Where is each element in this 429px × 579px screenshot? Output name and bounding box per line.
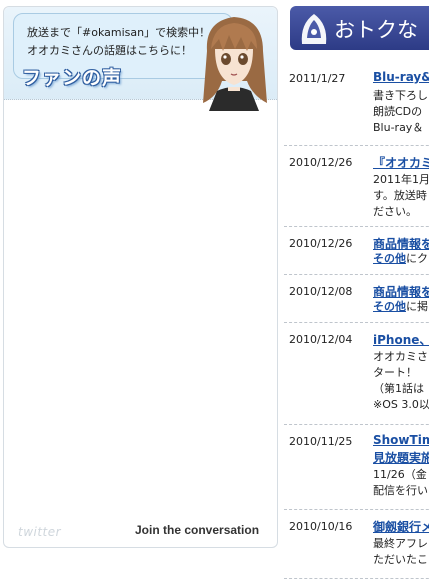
other-link[interactable]: その他 bbox=[373, 300, 406, 313]
bubble-text-line2: オオカミさんの話題はこちらに！ bbox=[27, 44, 192, 57]
join-conversation-link[interactable]: Join the conversation bbox=[135, 523, 259, 537]
news-date: 2010/11/25 bbox=[289, 435, 353, 448]
news-item: 2010/12/26 商品情報を その他にク bbox=[284, 227, 429, 275]
widget-title: ファンの声 bbox=[22, 67, 123, 89]
news-text-suffix: に掲 bbox=[406, 300, 428, 313]
other-link[interactable]: その他 bbox=[373, 252, 406, 265]
news-text: ださい。 bbox=[373, 205, 417, 218]
news-date: 2011/1/27 bbox=[289, 72, 346, 85]
news-item: 2010/12/04 iPhone、 オオカミさ タート！ （第1話は ※OS … bbox=[284, 323, 429, 425]
news-text: その他に掲 bbox=[373, 299, 428, 315]
news-title-link[interactable]: 見放題実施 bbox=[373, 449, 429, 466]
news-text: 2011年1月 bbox=[373, 173, 429, 186]
news-text: タート！ bbox=[373, 366, 417, 379]
news-text: す。放送時 bbox=[373, 189, 427, 202]
news-text: オオカミさ bbox=[373, 350, 428, 363]
news-title-link[interactable]: 商品情報を bbox=[373, 235, 429, 252]
news-date: 2010/12/08 bbox=[289, 285, 353, 298]
news-item: 2010/11/25 ShowTim 見放題実施 11/26（金 配信を行い bbox=[284, 425, 429, 510]
news-title-link[interactable]: iPhone、 bbox=[373, 331, 429, 348]
widget-header: 放送まで「#okamisan」で検索中！ オオカミさんの話題はこちらに！ ファン… bbox=[4, 7, 277, 111]
news-text: ただいたこ bbox=[373, 553, 428, 566]
news-date: 2010/12/26 bbox=[289, 156, 353, 169]
news-title-link[interactable]: Blu-ray& bbox=[373, 70, 429, 84]
news-item: 2011/1/27 Blu-ray& 書き下ろし 朗読CDの Blu-ray＆ bbox=[284, 62, 429, 146]
character-avatar bbox=[203, 17, 267, 111]
news-title-link[interactable]: 御劔銀行メ bbox=[373, 518, 429, 535]
news-date: 2010/12/26 bbox=[289, 237, 353, 250]
news-banner-title: おトクな bbox=[334, 18, 418, 42]
wolf-emblem-icon bbox=[301, 14, 327, 44]
news-title-link[interactable]: 『オオカミ bbox=[373, 154, 429, 171]
news-item: 2010/12/08 商品情報を その他に掲 bbox=[284, 275, 429, 323]
news-text: ※OS 3.0以 bbox=[373, 398, 429, 411]
news-text: 最終アフレ bbox=[373, 537, 428, 550]
news-date: 2010/10/16 bbox=[289, 520, 353, 533]
bubble-text-line1: 放送まで「#okamisan」で検索中！ bbox=[27, 26, 211, 39]
news-text: Blu-ray＆ bbox=[373, 121, 424, 134]
twitter-widget: 放送まで「#okamisan」で検索中！ オオカミさんの話題はこちらに！ ファン… bbox=[3, 6, 278, 548]
news-item: 2010/12/26 『オオカミ 2011年1月 す。放送時 ださい。 bbox=[284, 146, 429, 227]
news-title-link[interactable]: 商品情報を bbox=[373, 283, 429, 300]
news-text: その他にク bbox=[373, 251, 428, 267]
news-text-suffix: にク bbox=[406, 252, 428, 265]
news-text: （第1話は bbox=[373, 382, 424, 395]
news-text: 朗読CDの bbox=[373, 105, 423, 118]
news-title-link[interactable]: ShowTim bbox=[373, 433, 429, 447]
news-text: 書き下ろし bbox=[373, 89, 428, 102]
twitter-logo: twitter bbox=[18, 525, 62, 539]
news-date: 2010/12/04 bbox=[289, 333, 353, 346]
news-text: 配信を行い bbox=[373, 484, 428, 497]
news-text: 11/26（金 bbox=[373, 468, 427, 481]
news-item: 2010/10/16 御劔銀行メ 最終アフレ ただいたこ bbox=[284, 510, 429, 579]
